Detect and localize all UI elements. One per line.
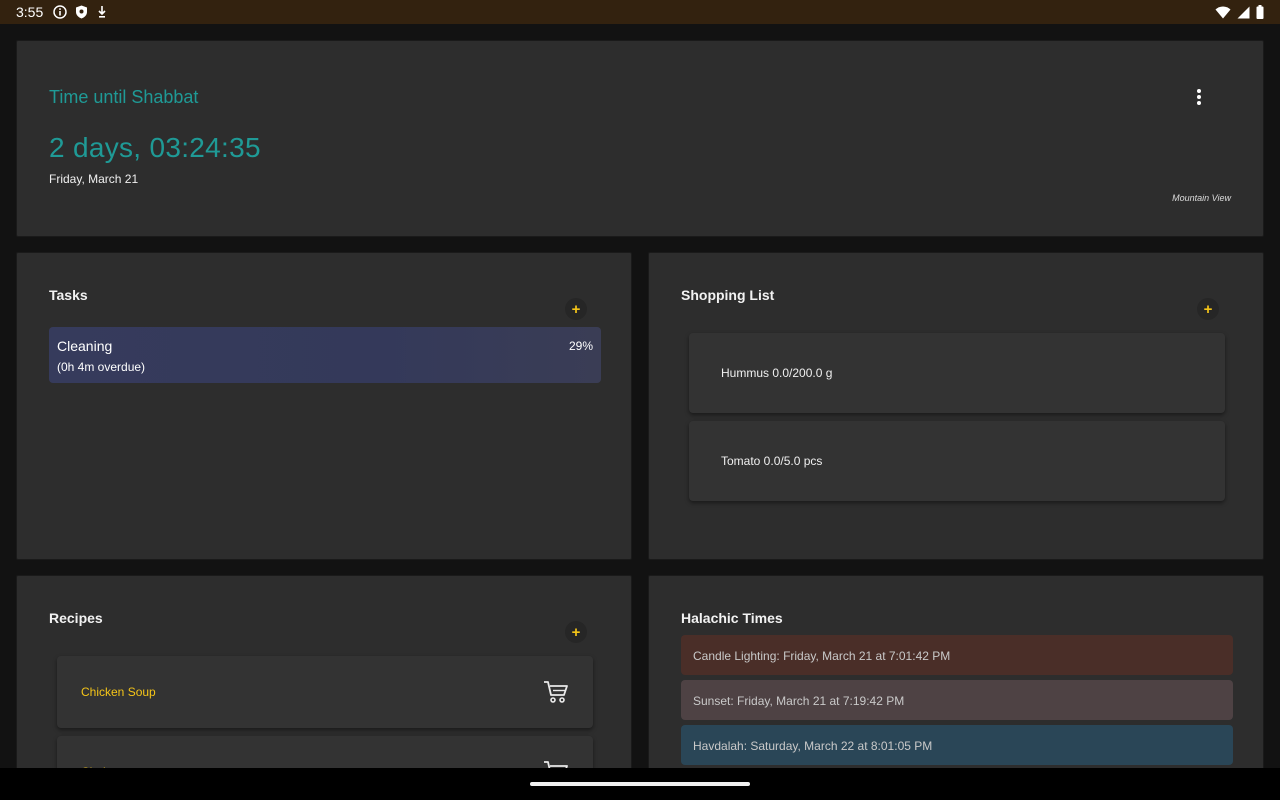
- battery-icon: [1256, 5, 1264, 19]
- add-recipe-button[interactable]: +: [565, 621, 587, 643]
- download-icon: [96, 5, 108, 19]
- shabbat-title: Time until Shabbat: [49, 87, 199, 107]
- sunset-time: Sunset: Friday, March 21 at 7:19:42 PM: [681, 680, 1233, 720]
- add-shopping-item-button[interactable]: +: [1197, 298, 1219, 320]
- halachic-time-label: Sunset: Friday, March 21 at 7:19:42 PM: [693, 694, 905, 708]
- location-label: Mountain View: [1172, 193, 1231, 203]
- shabbat-countdown: 2 days, 03:24:35: [49, 132, 261, 163]
- task-item[interactable]: Cleaning 29% (0h 4m overdue): [49, 327, 601, 383]
- home-gesture-handle[interactable]: [530, 782, 750, 786]
- halachic-time-label: Candle Lighting: Friday, March 21 at 7:0…: [693, 649, 951, 663]
- recipes-title: Recipes: [49, 610, 103, 626]
- havdalah-time: Havdalah: Saturday, March 22 at 8:01:05 …: [681, 725, 1233, 765]
- status-time: 3:55: [16, 4, 44, 20]
- halachic-title: Halachic Times: [681, 610, 783, 626]
- shopping-item[interactable]: Tomato 0.0/5.0 pcs: [689, 421, 1225, 501]
- cell-signal-icon: [1237, 6, 1250, 19]
- shopping-item-label: Tomato 0.0/5.0 pcs: [721, 454, 823, 468]
- recipes-card: Recipes + Chicken Soup Chal: [16, 575, 632, 775]
- tasks-card: Tasks + Cleaning 29% (0h 4m overdue): [16, 252, 632, 560]
- task-status: (0h 4m overdue): [57, 360, 146, 374]
- task-name: Cleaning: [57, 338, 113, 354]
- more-vert-icon[interactable]: [1187, 87, 1211, 107]
- shabbat-countdown-card: Time until Shabbat 2 days, 03:24:35 Frid…: [16, 40, 1264, 237]
- halachic-time-label: Havdalah: Saturday, March 22 at 8:01:05 …: [693, 739, 933, 753]
- shopping-item-label: Hummus 0.0/200.0 g: [721, 366, 833, 380]
- info-icon: [53, 5, 67, 19]
- task-percent: 29%: [568, 339, 593, 353]
- shopping-list-card: Shopping List + Hummus 0.0/200.0 g Tomat…: [648, 252, 1264, 560]
- wifi-icon: [1215, 6, 1231, 19]
- halachic-times-card: Halachic Times Candle Lighting: Friday, …: [648, 575, 1264, 775]
- add-task-button[interactable]: +: [565, 298, 587, 320]
- shopping-item[interactable]: Hummus 0.0/200.0 g: [689, 333, 1225, 413]
- status-bar: 3:55: [0, 0, 1280, 24]
- tasks-title: Tasks: [49, 287, 88, 303]
- shabbat-date: Friday, March 21: [49, 172, 139, 186]
- shield-icon: [75, 5, 88, 19]
- recipe-item[interactable]: Chicken Soup: [57, 656, 593, 728]
- shopping-title: Shopping List: [681, 287, 775, 303]
- shopping-cart-icon[interactable]: [543, 680, 569, 704]
- candle-lighting-time: Candle Lighting: Friday, March 21 at 7:0…: [681, 635, 1233, 675]
- recipe-name: Chicken Soup: [81, 685, 156, 699]
